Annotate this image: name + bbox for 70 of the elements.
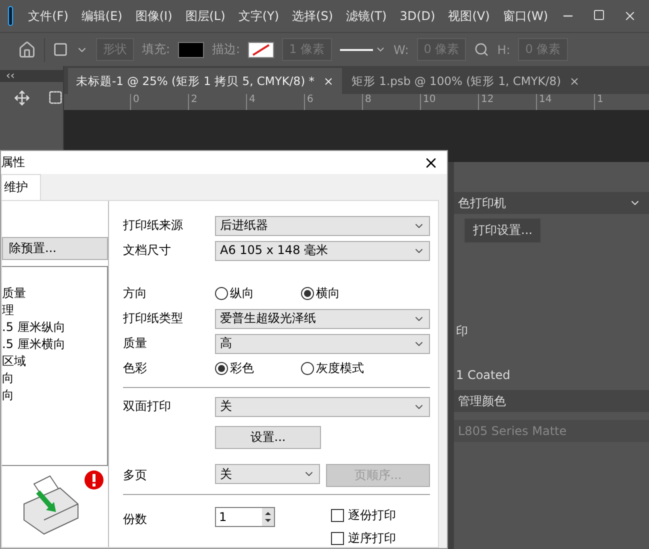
rectangle-icon[interactable]: [53, 42, 68, 57]
radio-button[interactable]: [301, 362, 314, 375]
field-label: 打印纸来源: [123, 217, 184, 234]
move-icon[interactable]: [14, 90, 30, 106]
menu-item[interactable]: 3D(D): [400, 9, 436, 23]
close-icon[interactable]: [322, 76, 334, 86]
menu-item[interactable]: 滤镜(T): [346, 8, 387, 24]
checkbox[interactable]: [331, 532, 344, 545]
collapse-toggle[interactable]: ‹‹: [0, 70, 63, 82]
search-icon[interactable]: [474, 42, 490, 57]
delete-preset-button[interactable]: 除预置...: [2, 237, 108, 260]
preset-item[interactable]: 理: [2, 302, 107, 319]
preset-item[interactable]: 质量: [2, 285, 107, 302]
dropdown[interactable]: 高: [215, 334, 430, 354]
dropdown[interactable]: 关: [215, 396, 430, 416]
field-label: 质量: [123, 335, 148, 352]
preset-item[interactable]: 向: [2, 370, 107, 387]
menu-item[interactable]: 文字(Y): [238, 8, 280, 24]
height-label: H:: [497, 42, 510, 56]
stroke-swatch[interactable]: [248, 42, 274, 58]
field-label: 多页: [123, 467, 148, 484]
menu-item[interactable]: 窗口(W): [502, 8, 548, 24]
copies-spinner[interactable]: 1: [215, 507, 275, 527]
fill-swatch[interactable]: [178, 42, 204, 58]
print-settings-button[interactable]: 打印设置...: [464, 218, 542, 243]
field-label: 文档尺寸: [123, 242, 172, 259]
radio-button[interactable]: [215, 287, 228, 300]
dropdown[interactable]: 关: [215, 464, 320, 484]
radio-label: 灰度模式: [316, 360, 364, 377]
checkbox[interactable]: [331, 509, 344, 522]
field-label: 份数: [123, 511, 148, 528]
checkbox-label: 逐份打印: [348, 507, 396, 524]
radio-label: 彩色: [230, 360, 254, 377]
field-label: 方向: [123, 285, 148, 302]
field-label: 打印纸类型: [123, 310, 184, 327]
preset-item[interactable]: .5 厘米横向: [2, 336, 107, 353]
checkbox-label: 逆序打印: [348, 530, 396, 547]
radio-button[interactable]: [215, 362, 228, 375]
marquee-icon[interactable]: [48, 90, 63, 105]
radio-label: 纵向: [230, 285, 254, 302]
home-icon[interactable]: [18, 40, 36, 58]
dialog-tab[interactable]: 维护: [1, 174, 41, 200]
menu-item[interactable]: 文件(F): [28, 8, 68, 24]
maximize-icon[interactable]: [593, 9, 605, 21]
dropdown[interactable]: 爱普生超级光泽纸: [215, 308, 430, 328]
stroke-label: 描边:: [212, 41, 240, 58]
menu-item[interactable]: 图层(L): [185, 8, 226, 24]
settings-button[interactable]: 设置...: [215, 426, 321, 448]
dropdown[interactable]: 后进纸器: [215, 216, 430, 236]
menu-item[interactable]: 选择(S): [292, 8, 333, 24]
document-tab[interactable]: 未标题-1 @ 25% (矩形 1 拷贝 5, CMYK/8) *: [68, 68, 342, 94]
menu-item[interactable]: 视图(V): [448, 8, 490, 24]
field-label: 双面打印: [123, 398, 172, 415]
field-label: 色彩: [123, 360, 148, 377]
color-handling-dropdown[interactable]: 管理颜色: [454, 390, 649, 412]
radio-button[interactable]: [301, 287, 314, 300]
preset-item[interactable]: 区域: [2, 353, 107, 370]
menu-item[interactable]: 图像(I): [135, 8, 172, 24]
fill-label: 填充:: [142, 41, 170, 58]
menu-item[interactable]: 编辑(E): [81, 8, 122, 24]
warning-icon: [84, 470, 104, 490]
radio-label: 横向: [316, 285, 340, 302]
preset-item[interactable]: 向: [2, 387, 107, 404]
dialog-title: 属性: [1, 154, 25, 171]
printer-dropdown[interactable]: 色打印机: [454, 192, 649, 214]
panel-label: 印: [455, 323, 469, 340]
preset-item[interactable]: .5 厘米纵向: [2, 319, 107, 336]
dropdown[interactable]: A6 105 x 148 毫米: [215, 240, 430, 260]
profile-label: 1 Coated: [455, 368, 512, 382]
width-label: W:: [394, 42, 409, 56]
